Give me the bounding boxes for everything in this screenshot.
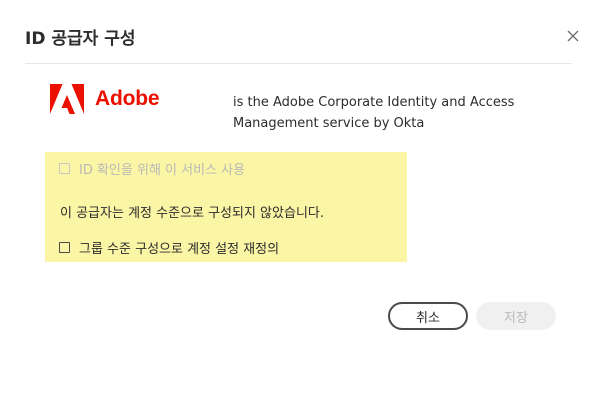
dialog-title: ID 공급자 구성 — [25, 29, 136, 49]
save-button: 저장 — [476, 302, 556, 330]
use-service-label: ID 확인을 위해 이 서비스 사용 — [79, 163, 246, 178]
adobe-logo: Adobe — [50, 84, 160, 114]
use-service-option: ID 확인을 위해 이 서비스 사용 — [59, 159, 245, 178]
override-option[interactable]: 그룹 수준 구성으로 계정 설정 재정의 — [59, 238, 279, 257]
use-service-checkbox — [59, 163, 70, 174]
description-line-2: Management service by Okta — [233, 116, 425, 131]
override-checkbox[interactable] — [59, 242, 70, 253]
adobe-logo-icon — [50, 84, 84, 114]
cancel-button[interactable]: 취소 — [388, 302, 468, 330]
provider-description: is the Adobe Corporate Identity and Acce… — [233, 92, 533, 134]
adobe-logo-text: Adobe — [95, 87, 160, 110]
close-button[interactable] — [563, 26, 583, 46]
configuration-panel: ID 확인을 위해 이 서비스 사용 이 공급자는 계정 수준으로 구성되지 않… — [45, 152, 407, 262]
account-level-notice: 이 공급자는 계정 수준으로 구성되지 않았습니다. — [60, 206, 324, 221]
identity-provider-dialog: ID 공급자 구성 Adobe is the Adobe Corporate I… — [0, 0, 598, 410]
header-divider — [25, 63, 572, 64]
description-line-1: is the Adobe Corporate Identity and Acce… — [233, 95, 515, 110]
close-icon — [567, 30, 579, 42]
override-label[interactable]: 그룹 수준 구성으로 계정 설정 재정의 — [79, 238, 279, 257]
